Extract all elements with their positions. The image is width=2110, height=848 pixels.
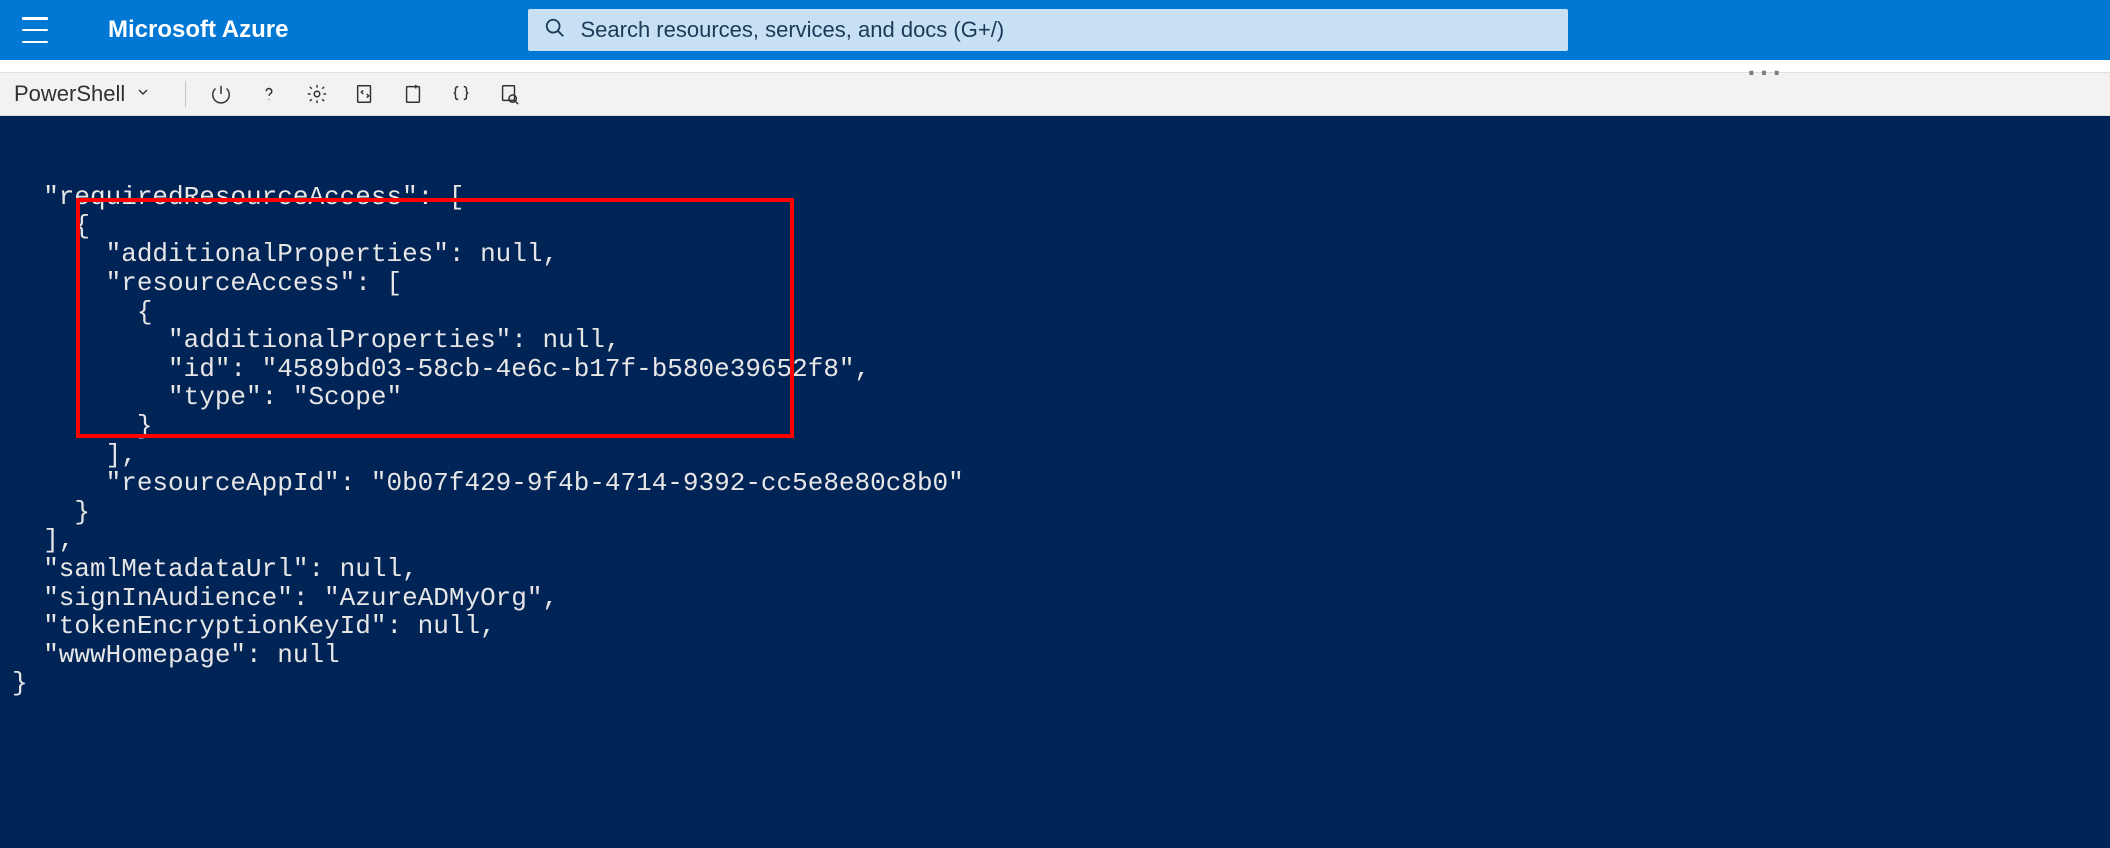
cloud-shell-toolbar: PowerShell [0, 72, 2110, 116]
braces-icon[interactable] [446, 79, 476, 109]
header-divider: … [0, 60, 2110, 72]
power-icon[interactable] [206, 79, 236, 109]
new-file-icon[interactable] [398, 79, 428, 109]
chevron-down-icon [135, 84, 151, 105]
hamburger-menu-icon[interactable] [22, 17, 48, 43]
azure-header: Microsoft Azure [0, 0, 2110, 60]
settings-gear-icon[interactable] [302, 79, 332, 109]
search-icon [544, 17, 566, 44]
overflow-dots-icon[interactable]: … [1744, 56, 1790, 68]
upload-download-icon[interactable] [350, 79, 380, 109]
help-icon[interactable] [254, 79, 284, 109]
shell-selector[interactable]: PowerShell [14, 81, 165, 107]
cloud-shell-terminal[interactable]: "requiredResourceAccess": [ { "additiona… [0, 116, 2110, 848]
terminal-output: "requiredResourceAccess": [ { "additiona… [12, 183, 2098, 698]
shell-selector-label: PowerShell [14, 81, 125, 107]
toolbar-separator [185, 81, 186, 107]
search-input[interactable] [580, 17, 1552, 43]
global-search[interactable] [528, 9, 1568, 51]
preview-doc-icon[interactable] [494, 79, 524, 109]
brand-title: Microsoft Azure [108, 16, 288, 44]
